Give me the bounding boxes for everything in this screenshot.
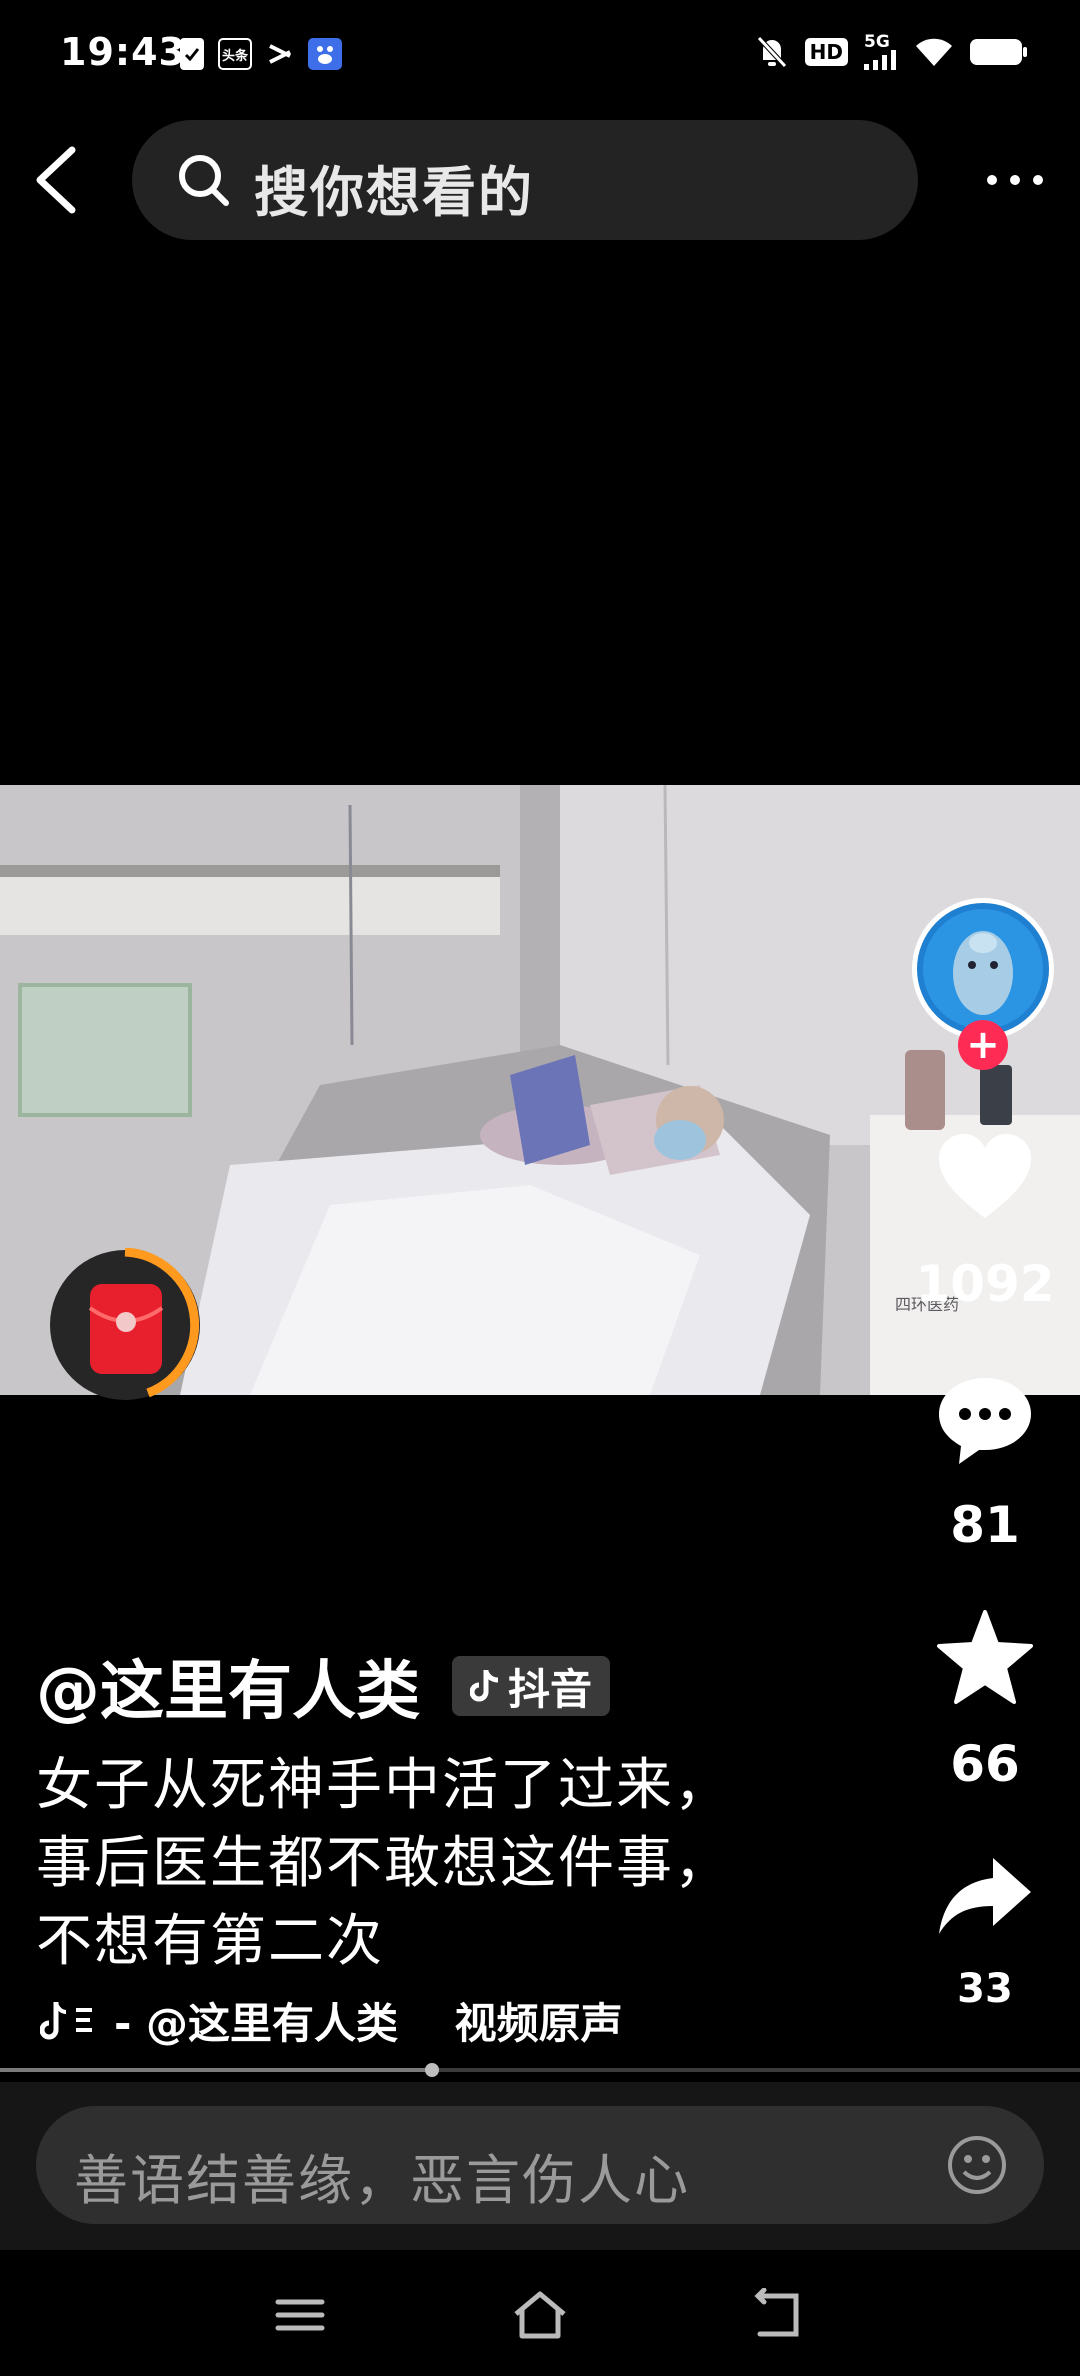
menu-icon[interactable] bbox=[270, 2288, 330, 2342]
mute-bell-icon bbox=[756, 36, 787, 68]
network-label: 5G bbox=[864, 32, 890, 52]
chevron-left-icon bbox=[36, 146, 76, 214]
music-row[interactable]: - @这里有人类 视频原声 bbox=[40, 1992, 628, 2048]
caption-line-2: 事后医生都不敢想这件事， bbox=[36, 1831, 732, 1896]
red-packet-button[interactable] bbox=[48, 1247, 203, 1403]
toutiao-app-label: 头条 bbox=[221, 48, 248, 64]
wifi-icon bbox=[916, 38, 952, 66]
comment-input[interactable]: 善语结善缘，恶言伤人心 bbox=[36, 2106, 1044, 2224]
comment-placeholder: 善语结善缘，恶言伤人心 bbox=[74, 2149, 690, 2212]
video-progress-bar[interactable] bbox=[0, 2063, 1080, 2077]
douyin-logo-icon bbox=[470, 1670, 499, 1702]
heart-icon bbox=[939, 1134, 1031, 1218]
more-dots-icon bbox=[987, 175, 1043, 185]
check-clipboard-icon bbox=[180, 38, 204, 70]
battery-icon bbox=[970, 39, 1027, 65]
search-icon bbox=[179, 155, 229, 206]
comment-button[interactable] bbox=[935, 1370, 1035, 1470]
video-progress-fill bbox=[0, 2068, 432, 2072]
star-icon bbox=[937, 1610, 1033, 1704]
music-text: - @这里有人类 视频原声 bbox=[114, 1998, 623, 2048]
author-name[interactable]: @这里有人类 bbox=[36, 1640, 420, 1732]
search-box[interactable]: 搜你想看的 bbox=[132, 120, 918, 240]
share-count: 33 bbox=[957, 1966, 1013, 2012]
emoji-icon[interactable] bbox=[946, 2134, 1008, 2196]
status-time: 19:43 bbox=[60, 30, 186, 74]
toutiao-app-icon: 头条 bbox=[218, 38, 252, 70]
share-button[interactable] bbox=[935, 1848, 1035, 1948]
like-count: 1092 bbox=[915, 1255, 1055, 1313]
video-progress-handle[interactable] bbox=[425, 2063, 439, 2077]
search-placeholder: 搜你想看的 bbox=[254, 161, 534, 224]
share-arrow-icon bbox=[939, 1858, 1031, 1934]
author-avatar[interactable] bbox=[912, 898, 1054, 1040]
status-left-icons: 头条 bbox=[180, 38, 342, 70]
comment-bubble-icon bbox=[939, 1378, 1031, 1464]
dolphin-avatar-image bbox=[917, 903, 1049, 1035]
caption-line-3: 不想有第二次 bbox=[36, 1909, 384, 1974]
douyin-tag: 抖音 bbox=[452, 1656, 611, 1716]
home-icon[interactable] bbox=[510, 2288, 570, 2342]
favorite-button[interactable] bbox=[935, 1608, 1035, 1708]
more-options-button[interactable] bbox=[980, 150, 1050, 210]
hd-icon: HD bbox=[804, 38, 848, 66]
follow-button[interactable]: + bbox=[958, 1020, 1008, 1070]
music-note-icon bbox=[40, 2002, 92, 2040]
favorite-count: 66 bbox=[950, 1735, 1020, 1793]
comment-count: 81 bbox=[950, 1496, 1020, 1554]
douyin-tag-label: 抖音 bbox=[508, 1664, 593, 1714]
back-nav-icon[interactable] bbox=[750, 2288, 810, 2342]
system-nav-bar bbox=[0, 2250, 1080, 2376]
status-right-icons: HD 5G bbox=[755, 34, 1028, 70]
like-button[interactable] bbox=[935, 1130, 1035, 1230]
back-button[interactable] bbox=[22, 140, 92, 220]
signal-5g-icon: 5G bbox=[864, 34, 898, 70]
red-envelope-icon bbox=[50, 1247, 200, 1400]
capcut-app-icon bbox=[266, 38, 294, 70]
baidu-app-icon bbox=[308, 38, 342, 70]
caption-line-1: 女子从死神手中活了过来， bbox=[36, 1753, 732, 1818]
